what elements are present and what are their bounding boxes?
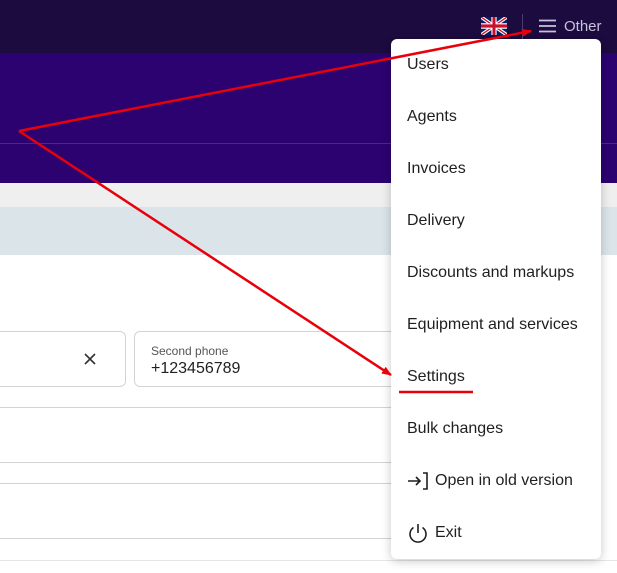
menu-item-label: Bulk changes bbox=[407, 420, 504, 437]
menu-item-label: Agents bbox=[407, 108, 457, 125]
menu-item-label: Exit bbox=[435, 524, 462, 541]
open-external-icon bbox=[407, 470, 429, 492]
menu-item-delivery[interactable]: Delivery bbox=[391, 195, 601, 247]
menu-item-agents[interactable]: Agents bbox=[391, 91, 601, 143]
menu-item-label: Equipment and services bbox=[407, 316, 578, 333]
other-dropdown-menu: Users Agents Invoices Delivery Discounts… bbox=[391, 39, 601, 559]
menu-item-exit[interactable]: Exit bbox=[391, 507, 601, 559]
phone-field[interactable] bbox=[0, 331, 126, 387]
power-icon bbox=[407, 522, 429, 544]
menu-item-open-in-old-version[interactable]: Open in old version bbox=[391, 455, 601, 507]
menu-item-label: Invoices bbox=[407, 160, 466, 177]
menu-item-label: Delivery bbox=[407, 212, 465, 229]
app-page: Other Second phone +123456789 Users Agen… bbox=[0, 0, 617, 573]
other-menu-button[interactable]: Other bbox=[538, 14, 602, 38]
close-icon[interactable] bbox=[83, 352, 97, 366]
divider bbox=[0, 560, 617, 561]
second-phone-value[interactable]: +123456789 bbox=[151, 360, 240, 378]
uk-flag-icon[interactable] bbox=[481, 17, 507, 35]
menu-item-invoices[interactable]: Invoices bbox=[391, 143, 601, 195]
top-divider bbox=[522, 14, 523, 39]
other-menu-label: Other bbox=[564, 17, 602, 35]
menu-item-bulk-changes[interactable]: Bulk changes bbox=[391, 403, 601, 455]
menu-item-label: Open in old version bbox=[435, 472, 573, 489]
second-phone-field[interactable]: Second phone +123456789 bbox=[134, 331, 434, 387]
hamburger-icon bbox=[538, 19, 557, 33]
form-row[interactable] bbox=[0, 407, 410, 463]
menu-item-equipment-and-services[interactable]: Equipment and services bbox=[391, 299, 601, 351]
form-row[interactable] bbox=[0, 483, 410, 539]
menu-item-settings[interactable]: Settings bbox=[391, 351, 601, 403]
menu-item-label: Settings bbox=[407, 368, 465, 385]
menu-item-label: Users bbox=[407, 56, 449, 73]
menu-item-discounts-and-markups[interactable]: Discounts and markups bbox=[391, 247, 601, 299]
menu-item-users[interactable]: Users bbox=[391, 39, 601, 91]
second-phone-label: Second phone bbox=[151, 344, 229, 358]
menu-item-label: Discounts and markups bbox=[407, 264, 575, 281]
